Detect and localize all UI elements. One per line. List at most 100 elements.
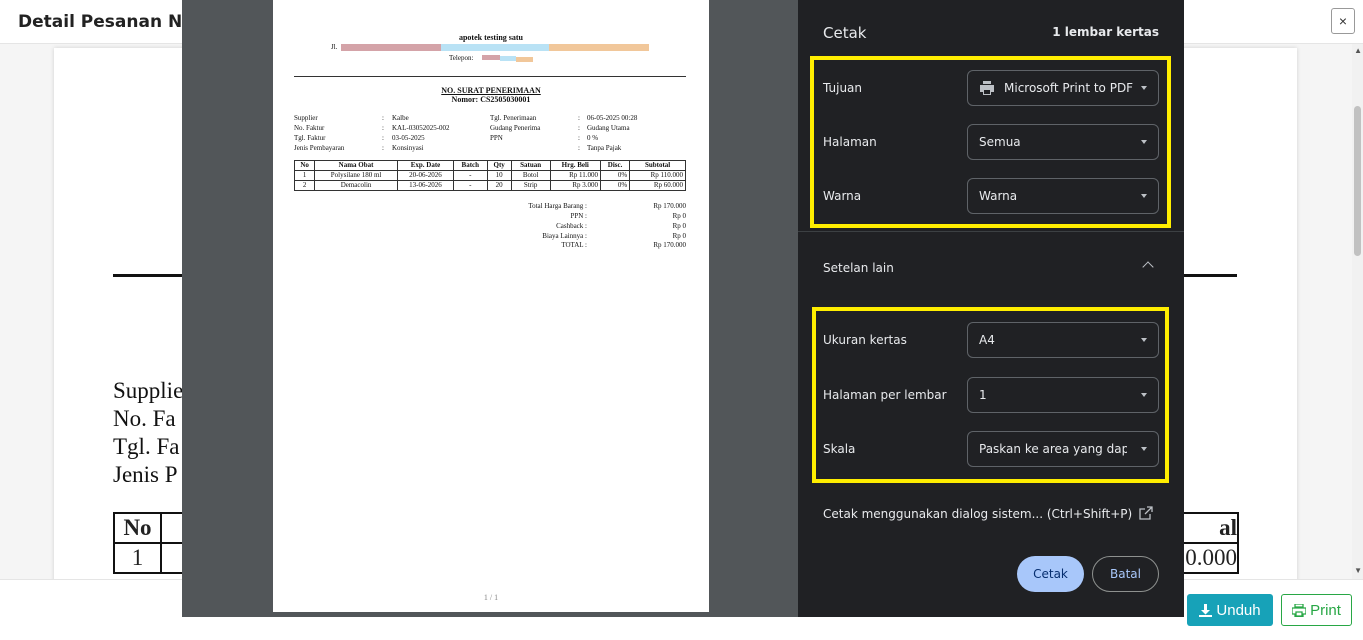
info-line: Jenis P (113, 462, 178, 487)
table-header: Exp. Date (396, 160, 455, 171)
table-cell: Rp 60.000 (629, 180, 686, 191)
scrollbar-thumb[interactable] (1354, 106, 1361, 256)
table-cell: 20-06-2026 (396, 170, 455, 181)
info-value: Tanpa Pajak (587, 144, 622, 152)
info-sep: : (382, 114, 384, 122)
page-indicator: 1 / 1 (483, 593, 499, 602)
table-header: No (293, 160, 316, 171)
system-dialog-link[interactable]: Cetak menggunakan dialog sistem... (Ctrl… (823, 507, 1132, 521)
table-cell: 0% (600, 180, 631, 191)
document-info: Supplie No. Fa Tgl. Fa Jenis P (113, 377, 183, 489)
info-label: Tgl. Penerimaan (490, 114, 537, 122)
redacted-address (441, 44, 549, 51)
table-row: 1 Polysilane 180 ml 20-06-2026 - 10 Boto… (293, 170, 686, 181)
table-cell: 0% (600, 170, 631, 181)
info-value: 06-05-2025 00:28 (587, 114, 638, 122)
info-value: 0 % (587, 134, 599, 142)
table-cell: Demacolin (314, 180, 398, 191)
table-cell: 1 (113, 542, 162, 574)
close-button[interactable]: × (1331, 8, 1355, 34)
table-cell: Strip (510, 180, 551, 191)
highlight-box-more-settings (812, 307, 1169, 483)
printer-icon (1292, 603, 1307, 617)
info-sep: : (578, 144, 580, 152)
table-header: Disc. (600, 160, 631, 171)
table-header: Batch (453, 160, 488, 171)
cancel-button[interactable]: Batal (1092, 556, 1159, 592)
scroll-up-icon[interactable]: ▲ (1354, 46, 1362, 55)
document-number: Nomor: CS2505030001 (451, 95, 531, 104)
total-label: Biaya Lainnya : (542, 232, 587, 240)
preview-sheet: apotek testing satu Jl. Telepon: NO. SUR… (273, 0, 709, 612)
info-line: No. Fa (113, 406, 176, 431)
total-label: PPN : (570, 212, 587, 220)
info-label: Tgl. Faktur (294, 134, 326, 142)
store-name: apotek testing satu (458, 33, 523, 42)
table-header: Satuan (510, 160, 551, 171)
info-sep: : (578, 114, 580, 122)
info-sep: : (382, 144, 384, 152)
open-external-icon[interactable] (1139, 506, 1153, 520)
highlight-box-basic-settings (810, 56, 1171, 228)
phone-label: Telepon: (449, 54, 474, 62)
table-cell: 13-06-2026 (396, 180, 455, 191)
sheet-count: 1 lembar kertas (1052, 25, 1159, 39)
info-value: Gudang Utama (587, 124, 630, 132)
info-value: Kalbe (392, 114, 409, 122)
print-submit-button[interactable]: Cetak (1017, 556, 1084, 592)
table-cell: Rp 11.000 (549, 170, 602, 181)
modal-scrollbar[interactable]: ▲ ▼ (1352, 44, 1363, 579)
total-value: Rp 0 (672, 222, 686, 230)
print-button[interactable]: Print (1281, 594, 1352, 626)
info-value: 03-05-2025 (392, 134, 425, 142)
table-cell: 1 (293, 170, 316, 181)
redacted-phone (500, 56, 516, 61)
total-value: Rp 0 (672, 212, 686, 220)
total-value: Rp 170.000 (653, 241, 686, 249)
items-table: No Nama Obat Exp. Date Batch Qty Satuan … (293, 160, 686, 191)
total-label: Total Harga Barang : (528, 202, 587, 210)
total-label: TOTAL : (561, 241, 587, 249)
redacted-phone (516, 57, 533, 62)
header-divider (294, 76, 686, 77)
table-cell: 20 (486, 180, 512, 191)
table-cell: Polysilane 180 ml (314, 170, 398, 181)
table-cell: Rp 110.000 (629, 170, 686, 181)
info-label: Supplier (294, 114, 318, 122)
scroll-down-icon[interactable]: ▼ (1354, 566, 1362, 575)
info-sep: : (382, 124, 384, 132)
unduh-button[interactable]: Unduh (1187, 594, 1273, 626)
info-value: Konsinyasi (392, 144, 424, 152)
info-sep: : (578, 124, 580, 132)
chevron-up-icon[interactable] (1142, 261, 1154, 273)
table-header: Hrg. Beli (549, 160, 602, 171)
table-row: 2 Demacolin 13-06-2026 - 20 Strip Rp 3.0… (293, 180, 686, 191)
table-header: Nama Obat (314, 160, 398, 171)
print-title: Cetak (823, 24, 867, 42)
more-settings-toggle[interactable]: Setelan lain (823, 261, 894, 275)
redacted-address (341, 44, 441, 51)
table-header: Subtotal (629, 160, 686, 171)
info-line: Supplie (113, 378, 184, 403)
table-cell: - (453, 170, 488, 181)
redacted-address (549, 44, 649, 51)
table-cell: 10 (486, 170, 512, 181)
table-cell: Rp 3.000 (549, 180, 602, 191)
panel-divider (798, 231, 1184, 232)
info-value: KAL-03052025-002 (392, 124, 450, 132)
total-label: Cashback : (556, 222, 587, 230)
table-header: Qty (486, 160, 512, 171)
table-cell: Botol (510, 170, 551, 181)
download-icon (1199, 603, 1213, 617)
address-prefix: Jl. (331, 43, 338, 51)
info-label: Jenis Pembayaran (294, 144, 345, 152)
info-sep: : (578, 134, 580, 142)
table-cell: - (453, 180, 488, 191)
print-label: Print (1310, 601, 1341, 619)
table-cell: 2 (293, 180, 316, 191)
redacted-phone (482, 55, 500, 60)
info-label: PPN (490, 134, 503, 142)
unduh-label: Unduh (1216, 601, 1261, 619)
info-line: Tgl. Fa (113, 434, 180, 459)
total-value: Rp 0 (672, 232, 686, 240)
